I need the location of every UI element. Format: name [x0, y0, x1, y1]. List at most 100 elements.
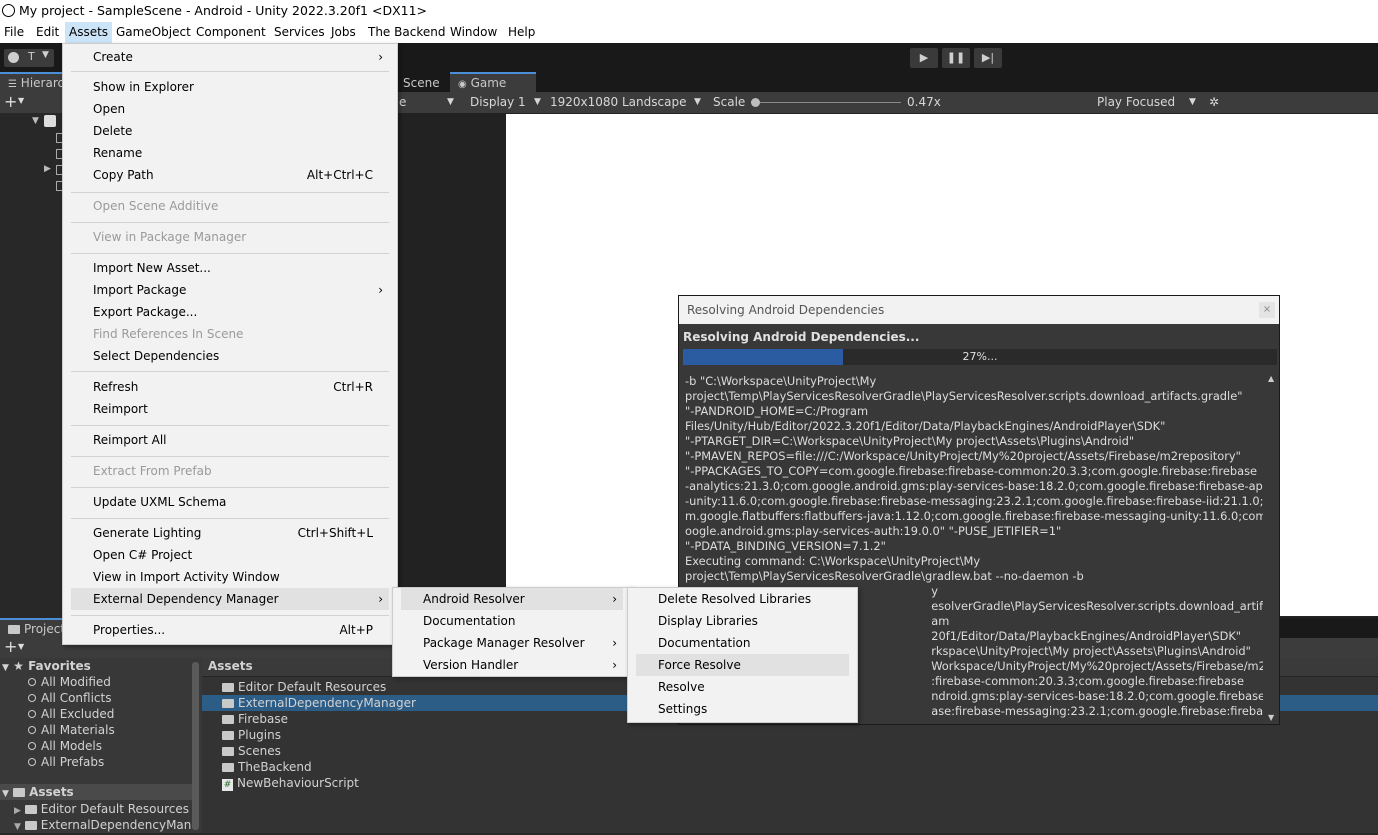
add-icon[interactable]: + — [4, 92, 17, 112]
menu-item-documentation[interactable]: Documentation — [636, 632, 849, 654]
folder-icon — [222, 747, 234, 756]
log-line: Executing command: C:\Workspace\UnityPro… — [685, 554, 981, 568]
file-item[interactable]: Scenes — [222, 743, 281, 759]
menu-item-shortcut: Ctrl+Shift+L — [297, 526, 373, 540]
scrollbar[interactable] — [192, 662, 199, 830]
tree-item[interactable]: ▶ Editor Default Resources — [14, 801, 189, 817]
file-item[interactable]: Plugins — [222, 727, 281, 743]
close-icon[interactable]: × — [1259, 302, 1275, 318]
menu-item-open[interactable]: Open — [71, 98, 389, 120]
menu-item-reimport[interactable]: Reimport — [71, 398, 389, 420]
menu-services[interactable]: Services — [274, 22, 325, 43]
bug-icon[interactable]: ✲ — [1209, 92, 1219, 113]
favorite-item[interactable]: All Modified — [28, 674, 111, 690]
menu-gameobject[interactable]: GameObject — [116, 22, 191, 43]
favorite-item[interactable]: All Excluded — [28, 706, 114, 722]
tab-game[interactable]: ◉ Game — [450, 72, 536, 94]
menu-item-resolve[interactable]: Resolve — [636, 676, 849, 698]
menu-help[interactable]: Help — [508, 22, 535, 43]
menu-item-export-package[interactable]: Export Package... — [71, 301, 389, 323]
csharp-script-icon: # — [222, 779, 233, 791]
favorite-item[interactable]: All Prefabs — [28, 754, 104, 770]
folder-icon — [24, 805, 37, 814]
scroll-up-icon[interactable]: ▲ — [1268, 374, 1274, 383]
menu-item-copy-path[interactable]: Copy Path Alt+Ctrl+C — [71, 164, 389, 186]
menu-item-properties[interactable]: Properties... Alt+P — [71, 619, 389, 641]
menu-item-select-dependencies[interactable]: Select Dependencies — [71, 345, 389, 367]
menu-item-label: Android Resolver — [423, 592, 525, 606]
menu-item-display-libraries[interactable]: Display Libraries — [636, 610, 849, 632]
favorite-item[interactable]: All Materials — [28, 722, 115, 738]
breadcrumb[interactable]: Assets — [208, 659, 253, 673]
menu-item-view-in-import-activity-window[interactable]: View in Import Activity Window — [71, 566, 389, 588]
menu-item-update-uxml-schema[interactable]: Update UXML Schema — [71, 491, 389, 513]
account-button[interactable]: T ▼ — [4, 49, 54, 67]
menu-item-show-in-explorer[interactable]: Show in Explorer — [71, 76, 389, 98]
menu-item-rename[interactable]: Rename — [71, 142, 389, 164]
menu-item-reimport-all[interactable]: Reimport All — [71, 429, 389, 451]
menu-item-delete[interactable]: Delete — [71, 120, 389, 142]
menu-assets[interactable]: Assets — [65, 22, 113, 43]
scrollbar[interactable]: ▲ ▼ — [1267, 374, 1277, 722]
menu-item-generate-lighting[interactable]: Generate Lighting Ctrl+Shift+L — [71, 522, 389, 544]
menu-item-import-package[interactable]: Import Package › — [71, 279, 389, 301]
favorite-item[interactable]: All Models — [28, 738, 102, 754]
expand-arrow-icon[interactable]: ▶ — [44, 164, 51, 174]
file-item[interactable]: Editor Default Resources — [222, 679, 386, 695]
folder-icon — [222, 763, 234, 772]
file-item[interactable]: TheBackend — [222, 759, 312, 775]
menu-jobs[interactable]: Jobs — [331, 22, 356, 43]
file-item[interactable]: Firebase — [222, 711, 288, 727]
menu-item-android-resolver[interactable]: Android Resolver › — [401, 588, 623, 610]
menu-file[interactable]: File — [4, 22, 24, 43]
chevron-down-icon: ▼ — [42, 50, 49, 60]
external-dependency-manager-submenu: Android Resolver › Documentation Package Ma… — [392, 587, 632, 677]
chevron-down-icon[interactable]: ▼ — [18, 96, 24, 105]
assets-header[interactable]: ▼ Assets — [0, 784, 192, 800]
menu-item-settings[interactable]: Settings — [636, 698, 849, 720]
game-mode-fragment[interactable]: e — [399, 92, 406, 113]
play-mode-select[interactable]: Play Focused — [1097, 92, 1175, 113]
menu-item-label: Open — [93, 102, 126, 116]
step-button[interactable]: ▶| — [974, 48, 1002, 68]
menu-edit[interactable]: Edit — [36, 22, 59, 43]
folder-icon — [13, 788, 26, 797]
favorite-item[interactable]: All Conflicts — [28, 690, 111, 706]
play-button[interactable]: ▶ — [910, 48, 938, 68]
file-item[interactable]: # NewBehaviourScript — [222, 775, 359, 791]
favorites-header[interactable]: ▼ ★ Favorites — [2, 658, 91, 674]
menu-item-refresh[interactable]: Refresh Ctrl+R — [71, 376, 389, 398]
menu-item-extract-from-prefab: Extract From Prefab — [71, 460, 389, 482]
pause-button[interactable]: ❚❚ — [942, 48, 970, 68]
tab-scene[interactable]: Scene — [395, 74, 448, 92]
file-label: NewBehaviourScript — [237, 776, 359, 790]
chevron-down-icon[interactable]: ▼ — [447, 92, 454, 113]
add-icon[interactable]: + — [4, 637, 17, 657]
menu-item-label: Resolve — [658, 680, 705, 694]
menu-separator — [71, 456, 389, 457]
menu-item-force-resolve[interactable]: Force Resolve — [636, 654, 849, 676]
chevron-right-icon: › — [612, 592, 617, 606]
menu-the-backend[interactable]: The Backend — [368, 22, 445, 43]
menu-item-import-new-asset[interactable]: Import New Asset... — [71, 257, 389, 279]
menu-item-documentation[interactable]: Documentation — [401, 610, 623, 632]
scroll-down-icon[interactable]: ▼ — [1268, 713, 1274, 722]
menu-item-external-dependency-manager[interactable]: External Dependency Manager › — [71, 588, 389, 610]
resolution-select[interactable]: 1920x1080 Landscape — [550, 92, 686, 113]
scale-slider-track[interactable] — [751, 102, 901, 103]
menu-item-open-c-project[interactable]: Open C# Project — [71, 544, 389, 566]
chevron-down-icon[interactable]: ▼ — [18, 642, 24, 651]
log-line: oogle.android.gms:play-services-auth:19.… — [685, 524, 1062, 538]
menu-item-version-handler[interactable]: Version Handler › — [401, 654, 623, 676]
log-line: "-PANDROID_HOME=C:/Program — [685, 404, 869, 418]
menu-item-create[interactable]: Create › — [71, 46, 389, 68]
menu-item-delete-resolved-libraries[interactable]: Delete Resolved Libraries — [636, 588, 849, 610]
display-select[interactable]: Display 1 — [470, 92, 526, 113]
menu-component[interactable]: Component — [196, 22, 266, 43]
scale-slider-handle[interactable] — [751, 98, 760, 107]
expand-arrow-icon[interactable]: ▼ — [32, 116, 39, 126]
tree-item[interactable]: ▼ ExternalDependencyMana — [14, 817, 199, 833]
menu-window[interactable]: Window — [450, 22, 497, 43]
menu-item-package-manager-resolver[interactable]: Package Manager Resolver › — [401, 632, 623, 654]
menu-item-label: Delete Resolved Libraries — [658, 592, 812, 606]
